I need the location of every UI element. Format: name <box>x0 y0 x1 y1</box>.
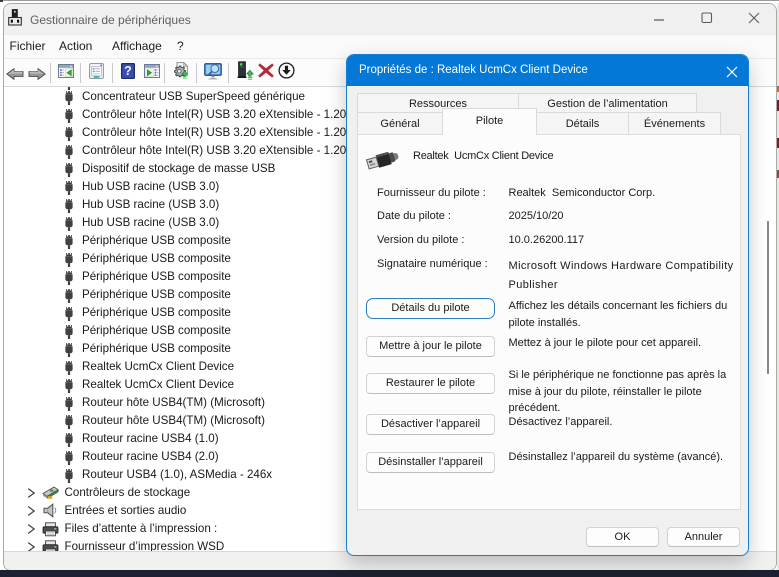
svg-text:?: ? <box>124 64 132 78</box>
